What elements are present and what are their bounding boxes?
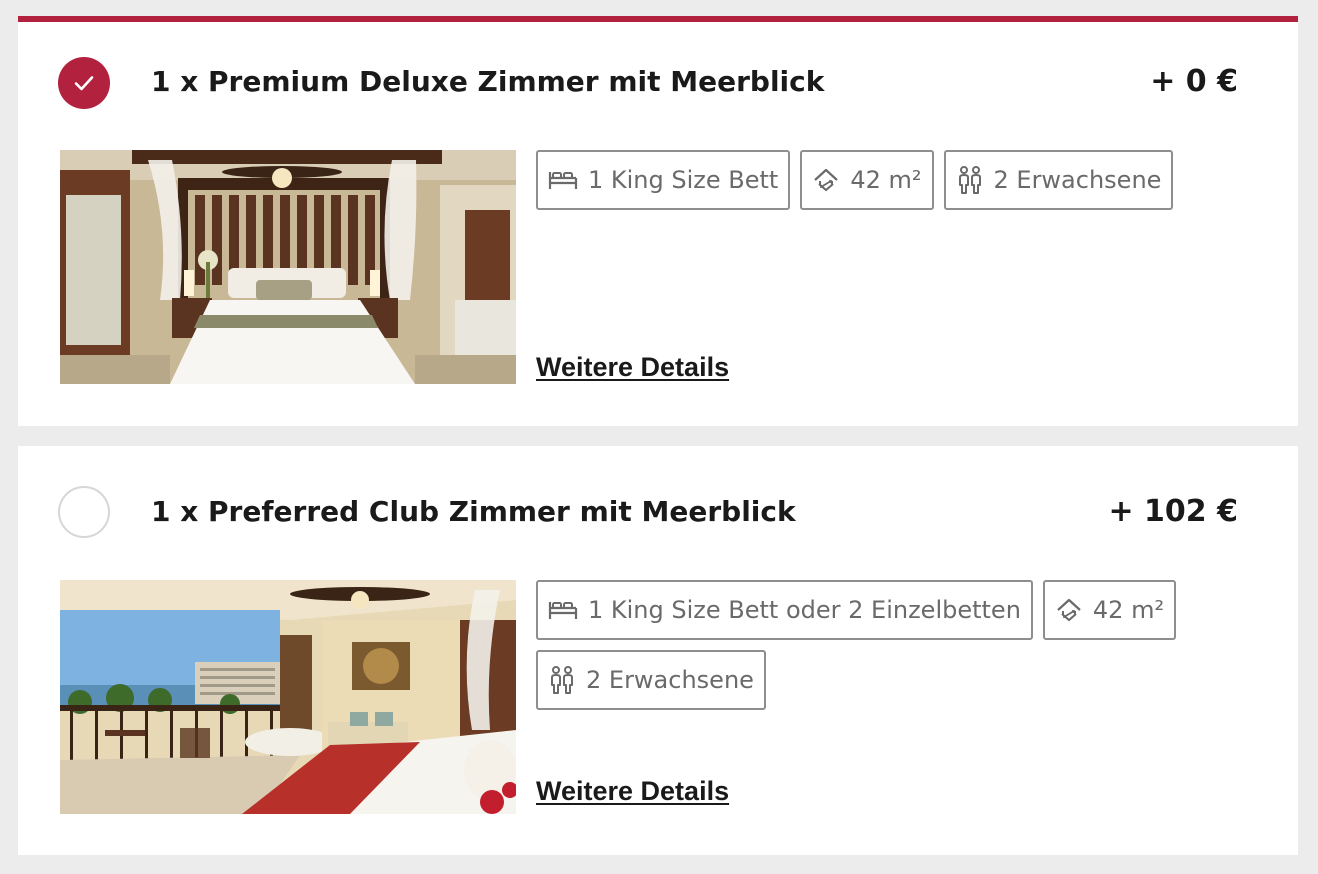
room-photo: [60, 150, 516, 384]
room-price: + 102 €: [1108, 494, 1238, 529]
checkmark-icon: [74, 76, 94, 91]
room-select-radio[interactable]: [58, 486, 110, 538]
feature-label: 42 m²: [1092, 596, 1165, 624]
feature-label: 2 Erwachsene: [586, 666, 754, 694]
feature-size: 42 m²: [800, 150, 934, 210]
more-details-link[interactable]: Weitere Details: [536, 776, 729, 807]
room-title: 1 x Premium Deluxe Zimmer mit Meerblick: [151, 65, 825, 98]
feature-size: 42 m²: [1042, 580, 1177, 640]
room-features: 1 King Size Bett oder 2 Einzelbetten 42 …: [536, 580, 1196, 710]
bed-icon: [548, 602, 578, 619]
room-photo: [60, 580, 516, 814]
feature-label: 42 m²: [850, 166, 922, 194]
room-size-icon: [814, 168, 839, 192]
feature-bed: 1 King Size Bett: [536, 150, 791, 210]
adults-icon: [551, 666, 573, 694]
room-size-icon: [1057, 598, 1081, 622]
feature-label: 2 Erwachsene: [993, 166, 1162, 194]
feature-label: 1 King Size Bett oder 2 Einzelbetten: [588, 596, 1021, 624]
feature-label: 1 King Size Bett: [588, 166, 779, 194]
room-features: 1 King Size Bett 42 m² 2 Erwachsene: [536, 150, 1196, 210]
bed-icon: [548, 172, 578, 189]
feature-bed: 1 King Size Bett oder 2 Einzelbetten: [536, 580, 1033, 640]
room-option-card: 1 x Preferred Club Zimmer mit Meerblick …: [18, 446, 1298, 855]
adults-icon: [958, 166, 981, 194]
feature-adults: 2 Erwachsene: [943, 150, 1174, 210]
room-price: + 0 €: [1150, 64, 1238, 99]
feature-adults: 2 Erwachsene: [536, 650, 766, 710]
room-title: 1 x Preferred Club Zimmer mit Meerblick: [151, 495, 796, 528]
more-details-link[interactable]: Weitere Details: [536, 352, 729, 383]
room-select-radio[interactable]: [58, 57, 110, 109]
room-option-card: 1 x Premium Deluxe Zimmer mit Meerblick …: [18, 16, 1298, 426]
